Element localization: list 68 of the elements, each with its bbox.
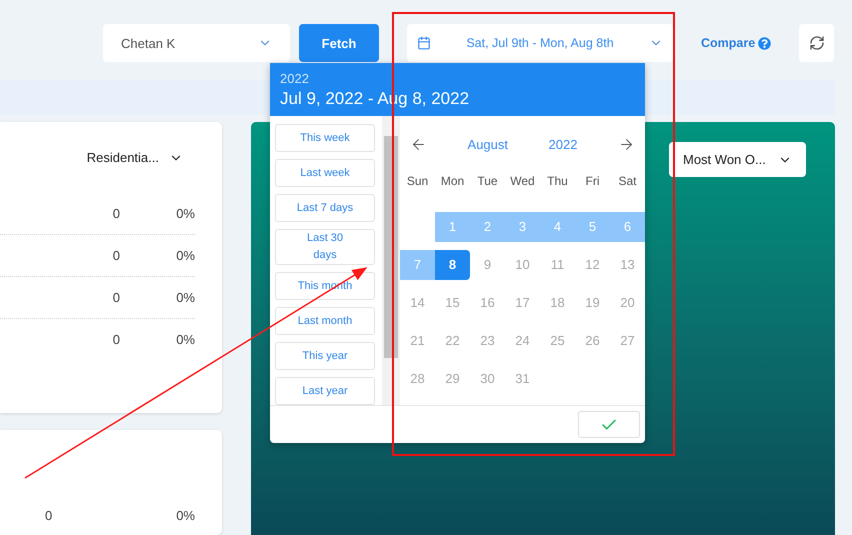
calendar-day[interactable]: 12 (575, 250, 610, 280)
calendar-day[interactable]: 16 (470, 288, 505, 318)
count-value: 0 (45, 508, 52, 523)
weekday-label: Tue (476, 174, 499, 190)
percent-value: 0% (175, 248, 195, 263)
calendar-day[interactable]: 1 (435, 212, 470, 242)
calendar-day[interactable]: 14 (400, 288, 435, 318)
percent-value: 0% (175, 332, 195, 347)
calendar-day[interactable]: 15 (435, 288, 470, 318)
calendar-day[interactable]: 21 (400, 326, 435, 356)
weekday-label: Thu (546, 174, 569, 190)
weekday-label: Sun (406, 174, 430, 190)
calendar-day[interactable]: 26 (575, 326, 610, 356)
fetch-button[interactable]: Fetch (299, 24, 379, 62)
calendar-day[interactable]: 13 (610, 250, 645, 280)
calendar-day[interactable]: 28 (400, 364, 435, 394)
percent-value: 0% (175, 206, 195, 221)
weekday-label: Fri (584, 174, 600, 190)
preset-button[interactable]: Last year (275, 377, 375, 405)
filter-dropdown[interactable]: Residentia... (86, 150, 183, 165)
calendar-day[interactable]: 27 (610, 326, 645, 356)
compare-link[interactable]: Compare (701, 36, 772, 50)
preset-button[interactable]: Last 7 days (275, 194, 375, 222)
calendar-day[interactable]: 29 (435, 364, 470, 394)
calendar-day[interactable]: 10 (505, 250, 540, 280)
calendar-day[interactable]: 23 (470, 326, 505, 356)
calendar-day[interactable]: 8 (435, 250, 470, 280)
preset-button[interactable]: This year (275, 342, 375, 370)
count-value: 0 (112, 332, 120, 347)
weekday-label: Wed (509, 174, 536, 190)
refresh-icon (808, 35, 825, 51)
calendar-day[interactable]: 17 (505, 288, 540, 318)
help-icon (758, 36, 772, 50)
count-value: 0 (112, 248, 120, 263)
calendar-day[interactable]: 19 (575, 288, 610, 318)
month-label[interactable]: August (468, 136, 508, 152)
calendar-day[interactable]: 25 (540, 326, 575, 356)
calendar-day[interactable]: 9 (470, 250, 505, 280)
calendar-day[interactable]: 31 (505, 364, 540, 394)
calendar-day[interactable]: 11 (540, 250, 575, 280)
percent-value: 0% (175, 290, 195, 305)
preset-button[interactable]: Last week (275, 159, 375, 187)
calendar-day[interactable]: 30 (470, 364, 505, 394)
refresh-button[interactable] (799, 24, 834, 62)
calendar-day[interactable]: 4 (540, 212, 575, 242)
calendar-day[interactable]: 22 (435, 326, 470, 356)
preset-button[interactable]: This week (275, 124, 375, 152)
preset-button[interactable]: Last month (275, 307, 375, 335)
percent-value: 0% (176, 508, 195, 523)
user-select[interactable]: Chetan K (103, 24, 290, 62)
year-label[interactable]: 2022 (548, 136, 578, 152)
calendar-day[interactable]: 5 (575, 212, 610, 242)
count-value: 0 (112, 290, 120, 305)
calendar-day[interactable]: 20 (610, 288, 645, 318)
calendar-icon (417, 36, 431, 50)
calendar-day[interactable]: 3 (505, 212, 540, 242)
picker-year: 2022 (280, 71, 310, 86)
calendar-day[interactable]: 7 (400, 250, 435, 280)
date-range-select[interactable]: Sat, Jul 9th - Mon, Aug 8th (407, 24, 673, 62)
calendar-day[interactable]: 6 (610, 212, 645, 242)
preset-button[interactable]: Last 30 days (275, 229, 375, 265)
calendar-day[interactable]: 18 (540, 288, 575, 318)
calendar-day[interactable]: 24 (505, 326, 540, 356)
weekday-label: Mon (440, 174, 466, 190)
weekday-label: Sat (617, 174, 638, 190)
calendar-day[interactable]: 2 (470, 212, 505, 242)
count-value: 0 (112, 206, 120, 221)
chart-dropdown[interactable]: Most Won O... (669, 142, 806, 177)
